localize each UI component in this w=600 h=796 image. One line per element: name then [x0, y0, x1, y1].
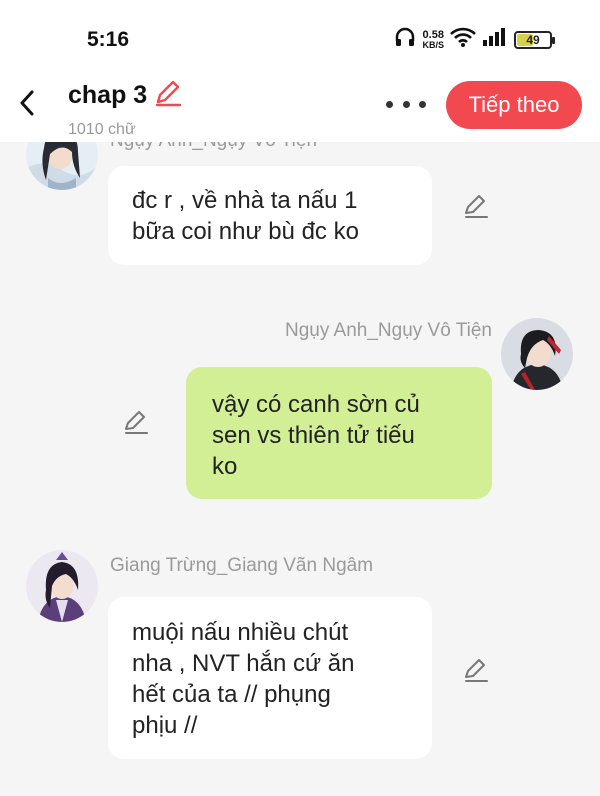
message-text-line: đc r , về nhà ta nấu 1 [132, 187, 358, 214]
message-text-line: nha , NVT hắn cứ ăn [132, 650, 355, 677]
more-dot-icon [419, 100, 426, 108]
message-text-line: vậy có canh sờn củ [212, 391, 420, 418]
message-text-line: ko [212, 453, 238, 480]
net-speed-unit: KB/S [422, 39, 444, 50]
avatar[interactable] [26, 550, 98, 622]
message-text-line: bữa coi như bù đc ko [132, 218, 359, 245]
message-bubble: muội nấu nhiều chút nha , NVT hắn cứ ăn … [108, 597, 432, 759]
net-speed: 0.58 KB/S [422, 28, 444, 50]
net-speed-value: 0.58 [422, 28, 444, 41]
more-options-button[interactable] [386, 94, 426, 114]
message-text-line: muội nấu nhiều chút [132, 619, 349, 646]
edit-message-icon[interactable] [462, 192, 490, 220]
avatar[interactable] [501, 318, 573, 390]
editor-header: chap 3 1010 chữ Tiếp theo [0, 78, 600, 142]
more-dot-icon [402, 100, 410, 108]
message-text-line: sen vs thiên tử tiếu [212, 422, 415, 449]
word-count: 1010 chữ [68, 121, 136, 138]
chevron-left-icon [20, 90, 34, 116]
battery-level: 49 [526, 32, 540, 47]
edit-title-icon[interactable] [153, 78, 183, 113]
title-block: chap 3 1010 chữ [68, 78, 183, 139]
status-bar: 5:16 0.58 KB/S 49 [0, 0, 600, 78]
next-button[interactable]: Tiếp theo [446, 81, 582, 129]
chapter-title: chap 3 [68, 81, 148, 109]
message-sender-name: Ngụy Anh_Ngụy Vô Tiện [284, 320, 492, 341]
status-time: 5:16 [87, 28, 130, 51]
message-bubble: vậy có canh sờn củ sen vs thiên tử tiếu … [186, 367, 492, 499]
headphones-icon [394, 27, 416, 52]
wifi-icon [450, 27, 476, 52]
edit-message-icon[interactable] [462, 656, 490, 684]
battery-icon: 49 [514, 30, 555, 49]
message-text-line: hết của ta // phụng [132, 681, 331, 708]
back-button[interactable] [12, 88, 42, 118]
edit-message-icon[interactable] [122, 408, 150, 436]
signal-icon [482, 28, 508, 51]
status-icons: 0.58 KB/S 49 [394, 27, 555, 52]
message-sender-name: Giang Trừng_Giang Vãn Ngâm [110, 555, 374, 576]
message-text-line: phịu // [132, 712, 198, 739]
more-dot-icon [386, 100, 393, 108]
message-bubble: đc r , về nhà ta nấu 1 bữa coi như bù đc… [108, 166, 432, 265]
